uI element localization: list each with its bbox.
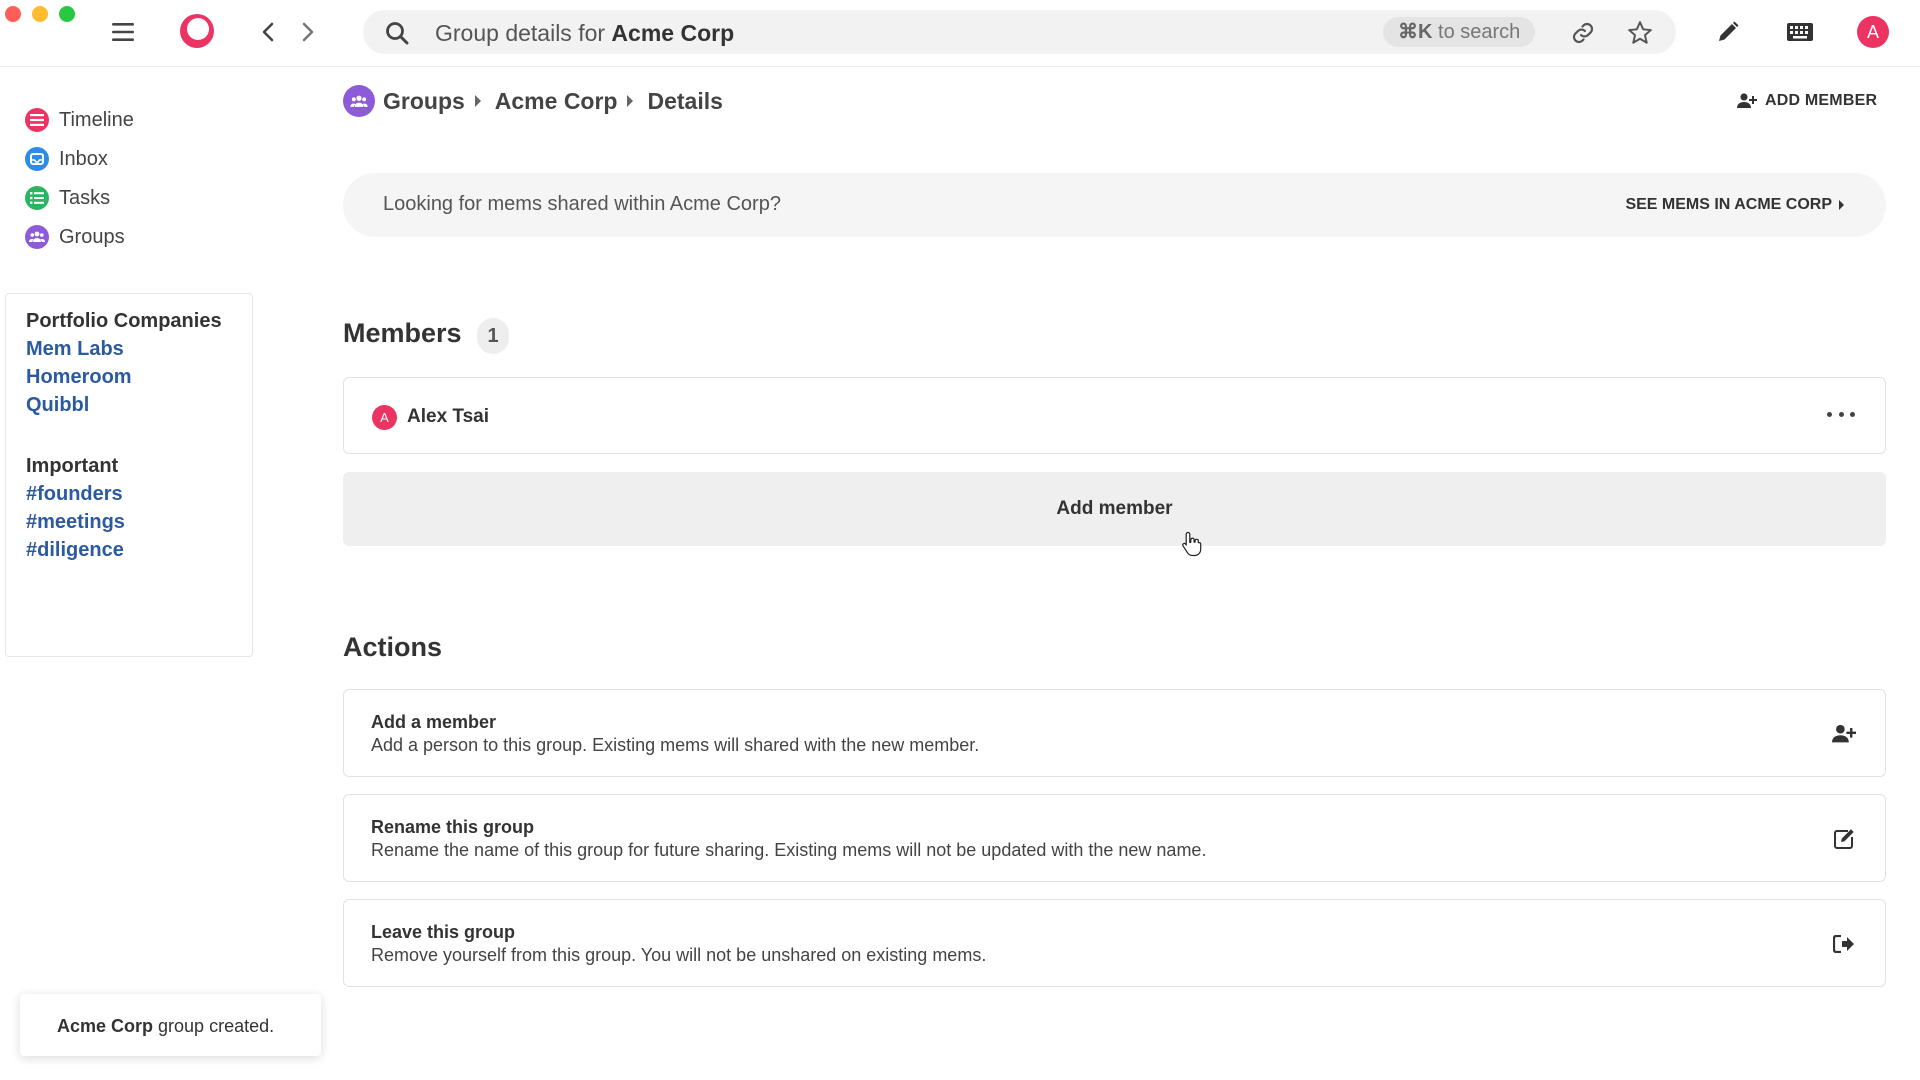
shortcut-link-diligence[interactable]: #diligence	[26, 539, 124, 562]
toast-notification: Acme Corp group created.	[20, 994, 321, 1056]
members-heading: Members	[343, 318, 462, 348]
search-icon	[385, 21, 409, 50]
sidebar-shortcuts-panel: Portfolio Companies Mem Labs Homeroom Qu…	[5, 293, 253, 657]
menu-icon[interactable]	[110, 20, 136, 44]
edit-icon	[1831, 827, 1857, 851]
mem-logo-icon[interactable]	[180, 14, 214, 48]
leave-icon	[1831, 932, 1857, 956]
see-mems-link[interactable]: SEE MEMS IN ACME CORP	[1625, 196, 1844, 214]
breadcrumb: Groups Acme Corp Details	[343, 85, 723, 117]
window-maximize-button[interactable]	[59, 6, 75, 22]
tasks-icon	[25, 186, 49, 210]
user-avatar[interactable]: A	[1857, 16, 1889, 48]
top-bar: Group details for Acme Corp ⌘K to search…	[0, 0, 1920, 67]
shortcut-section-title: Portfolio Companies	[26, 310, 222, 332]
action-rename-group[interactable]: Rename this group Rename the name of thi…	[343, 794, 1886, 882]
breadcrumb-details: Details	[647, 87, 723, 114]
chevron-right-icon	[1839, 200, 1844, 210]
pencil-icon[interactable]	[1715, 19, 1741, 45]
sidebar-item-label: Groups	[59, 225, 125, 248]
mems-banner: Looking for mems shared within Acme Corp…	[343, 173, 1886, 237]
search-query: Group details for Acme Corp	[435, 20, 735, 46]
timeline-icon	[25, 108, 49, 132]
member-avatar: A	[372, 405, 397, 430]
inbox-icon	[25, 147, 49, 171]
banner-text: Looking for mems shared within Acme Corp…	[383, 193, 781, 215]
more-options-icon[interactable]	[1827, 404, 1855, 424]
header-add-member-label: ADD MEMBER	[1765, 92, 1878, 109]
sidebar-item-tasks[interactable]: Tasks	[25, 181, 110, 215]
shortcut-link-homeroom[interactable]: Homeroom	[26, 366, 132, 389]
action-add-member[interactable]: Add a member Add a person to this group.…	[343, 689, 1886, 777]
action-title: Add a member	[371, 712, 497, 732]
toast-message: Acme Corp group created.	[57, 1016, 275, 1036]
actions-heading: Actions	[343, 632, 443, 662]
sidebar-item-timeline[interactable]: Timeline	[25, 103, 134, 137]
breadcrumb-separator-icon	[474, 95, 481, 107]
breadcrumb-separator-icon	[627, 95, 634, 107]
add-member-button[interactable]: Add member	[343, 472, 1886, 546]
sidebar-item-groups[interactable]: Groups	[25, 220, 125, 254]
link-icon[interactable]	[1570, 20, 1596, 46]
shortcut-section-title: Important	[26, 455, 119, 477]
action-description: Remove yourself from this group. You wil…	[371, 945, 987, 965]
shortcut-link-quibbl[interactable]: Quibbl	[26, 394, 89, 417]
window-minimize-button[interactable]	[32, 6, 48, 22]
shortcut-link-founders[interactable]: #founders	[26, 483, 123, 506]
shortcut-link-mem-labs[interactable]: Mem Labs	[26, 338, 124, 361]
add-user-icon	[1737, 93, 1757, 108]
groups-icon	[343, 85, 375, 117]
shortcut-link-meetings[interactable]: #meetings	[26, 511, 125, 534]
sidebar-item-label: Tasks	[59, 186, 111, 209]
search-bar[interactable]: Group details for Acme Corp ⌘K to search	[363, 10, 1676, 54]
sidebar-item-label: Inbox	[59, 147, 108, 170]
keyboard-icon[interactable]	[1785, 21, 1815, 43]
hand-cursor-icon	[1182, 531, 1202, 562]
window-close-button[interactable]	[5, 6, 21, 22]
add-user-icon	[1831, 722, 1857, 746]
forward-icon[interactable]	[298, 20, 318, 44]
breadcrumb-acme-corp[interactable]: Acme Corp	[495, 88, 618, 115]
header-add-member-button[interactable]: ADD MEMBER	[1737, 88, 1877, 114]
star-icon[interactable]	[1626, 19, 1654, 47]
sidebar-item-inbox[interactable]: Inbox	[25, 142, 108, 176]
action-title: Rename this group	[371, 817, 535, 837]
back-icon[interactable]	[258, 20, 278, 44]
sidebar-item-label: Timeline	[59, 108, 134, 131]
action-description: Add a person to this group. Existing mem…	[371, 735, 980, 755]
members-count-badge: 1	[477, 318, 509, 354]
member-row[interactable]: A Alex Tsai	[343, 377, 1886, 454]
action-description: Rename the name of this group for future…	[371, 840, 1207, 860]
action-leave-group[interactable]: Leave this group Remove yourself from th…	[343, 899, 1886, 987]
action-title: Leave this group	[371, 922, 516, 942]
breadcrumb-groups[interactable]: Groups	[383, 88, 465, 115]
member-name: Alex Tsai	[407, 406, 490, 427]
groups-icon	[25, 225, 49, 249]
search-shortcut-hint: ⌘K to search	[1383, 17, 1536, 47]
